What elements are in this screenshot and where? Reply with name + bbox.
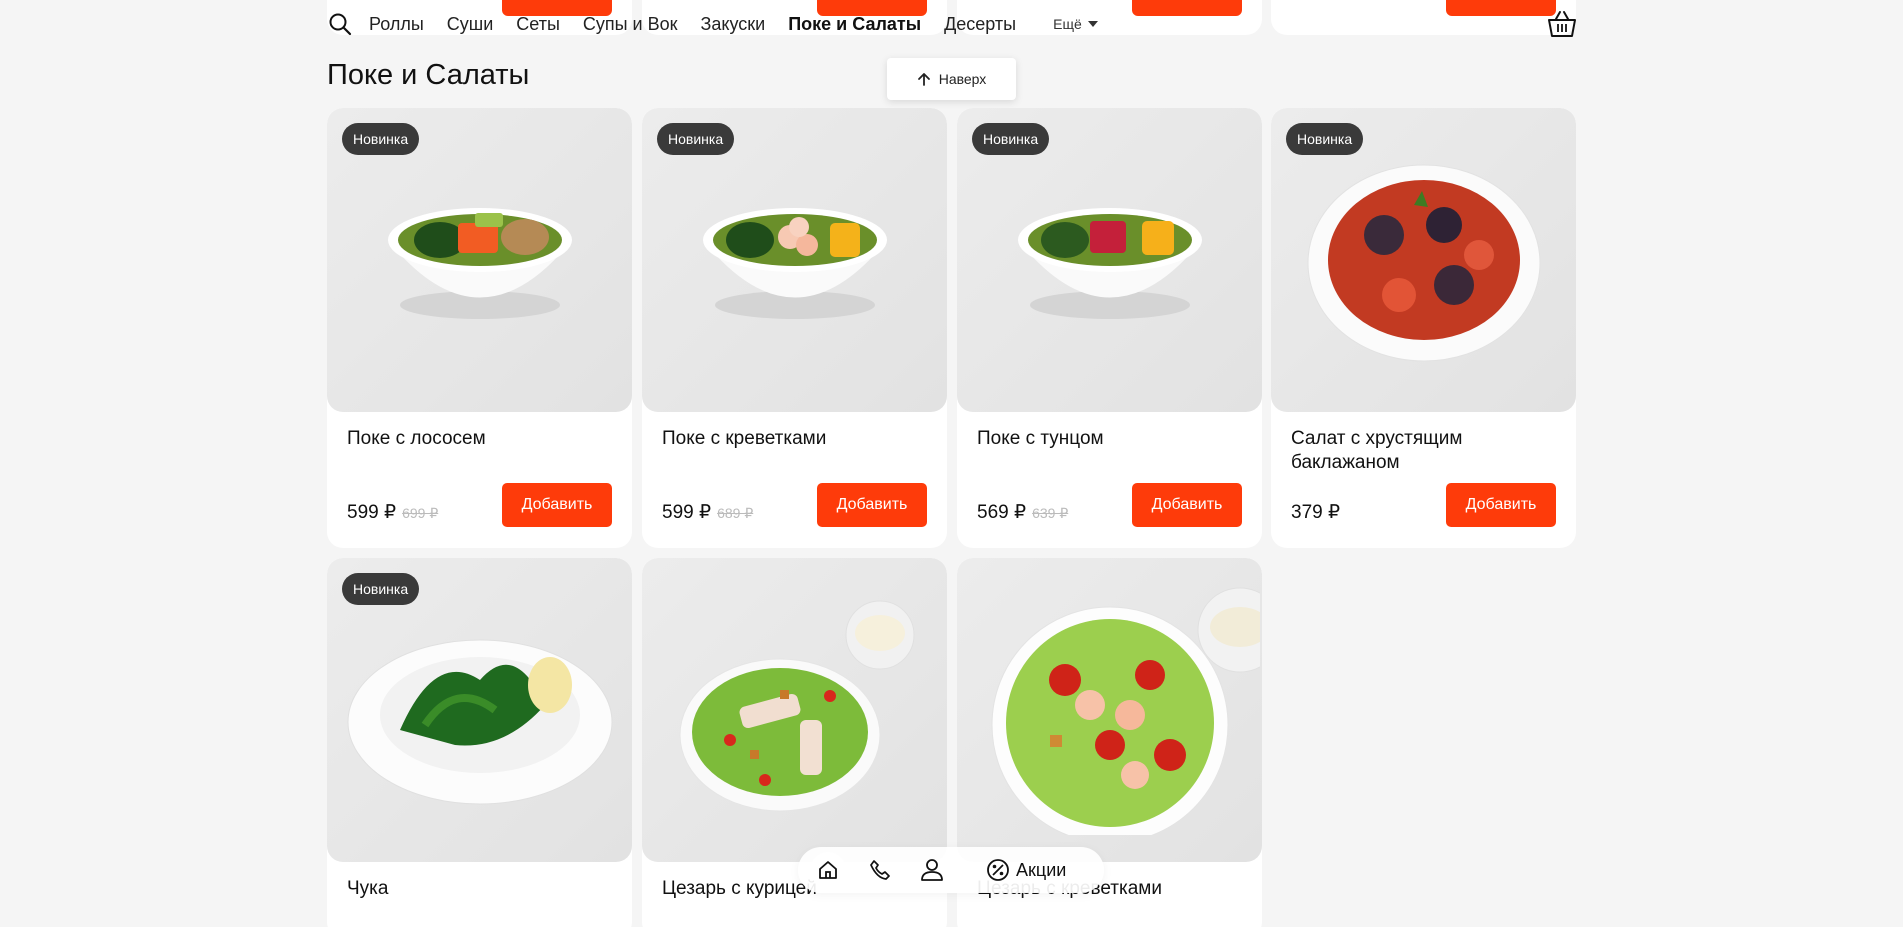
badge-new: Новинка [972,123,1050,155]
add-to-cart-button[interactable]: Добавить [502,483,612,527]
product-old-price: 639 ₽ [1032,505,1069,521]
product-card[interactable]: Новинка Чука [327,558,632,927]
badge-new: Новинка [342,573,420,605]
product-image: Новинка [1271,108,1576,412]
phone-icon[interactable] [862,852,898,888]
product-name: Поке с тунцом [977,428,1104,449]
scroll-to-top-button[interactable]: Наверх [887,58,1016,100]
product-price-block: 599 ₽ 689 ₽ [662,501,753,524]
nav-item-sets[interactable]: Сеты [516,14,560,35]
search-icon[interactable] [327,11,353,37]
product-image [642,558,947,862]
product-price: 569 ₽ [977,502,1027,523]
product-old-price: 689 ₽ [717,505,754,521]
product-card[interactable]: Новинка Поке с лососем 599 ₽ 699 ₽ Добав… [327,108,632,548]
product-image: Новинка [642,108,947,412]
product-name: Поке с креветками [662,428,827,449]
promotions-label: Акции [1016,859,1067,880]
product-price-block: 599 ₽ 699 ₽ [347,501,438,524]
nav-item-snacks[interactable]: Закуски [701,14,766,35]
bottom-toolbar: Акции [798,847,1104,893]
nav-more-dropdown[interactable]: Ещё [1053,16,1098,32]
nav-item-soups-wok[interactable]: Супы и Вок [583,14,678,35]
product-price: 599 ₽ [347,502,397,523]
badge-new: Новинка [657,123,735,155]
promotions-button[interactable]: Акции [986,858,1066,882]
nav-more-label: Ещё [1053,16,1082,32]
arrow-up-icon [917,73,930,86]
product-price-block: 379 ₽ [1291,501,1340,524]
add-to-cart-button[interactable]: Добавить [817,483,927,527]
nav-item-poke-salads[interactable]: Поке и Салаты [788,14,921,35]
product-image: Новинка [327,108,632,412]
section-title: Поке и Салаты [327,59,530,91]
cart-icon[interactable] [1547,10,1577,38]
chevron-down-icon [1087,21,1098,27]
add-to-cart-button[interactable]: Добавить [1446,483,1556,527]
add-to-cart-button[interactable]: Добавить [1132,483,1242,527]
nav-item-rolls[interactable]: Роллы [369,14,424,35]
product-name: Поке с лососем [347,428,486,449]
category-nav: Роллы Суши Сеты Супы и Вок Закуски Поке … [327,0,1577,48]
product-old-price: 699 ₽ [402,505,439,521]
scroll-to-top-label: Наверх [938,71,987,87]
badge-new: Новинка [1286,123,1364,155]
nav-item-sushi[interactable]: Суши [447,14,494,35]
product-image: Новинка [327,558,632,862]
product-name: Салат с хрустящим баклажаном [1291,428,1463,473]
product-image: Новинка [957,108,1262,412]
product-price: 599 ₽ [662,502,712,523]
product-price: 379 ₽ [1291,502,1341,523]
badge-new: Новинка [342,123,420,155]
percent-icon [987,859,1009,881]
home-icon[interactable] [810,852,846,888]
product-card[interactable]: Новинка Поке с креветками 599 ₽ 689 ₽ До… [642,108,947,548]
user-icon[interactable] [914,852,950,888]
product-image [957,558,1262,862]
product-card[interactable]: Новинка Поке с тунцом 569 ₽ 639 ₽ Добави… [957,108,1262,548]
product-name: Чука [347,878,389,899]
nav-item-desserts[interactable]: Десерты [944,14,1016,35]
product-card[interactable]: Новинка Салат с хрустящим баклажаном 379… [1271,108,1576,548]
product-price-block: 569 ₽ 639 ₽ [977,501,1068,524]
